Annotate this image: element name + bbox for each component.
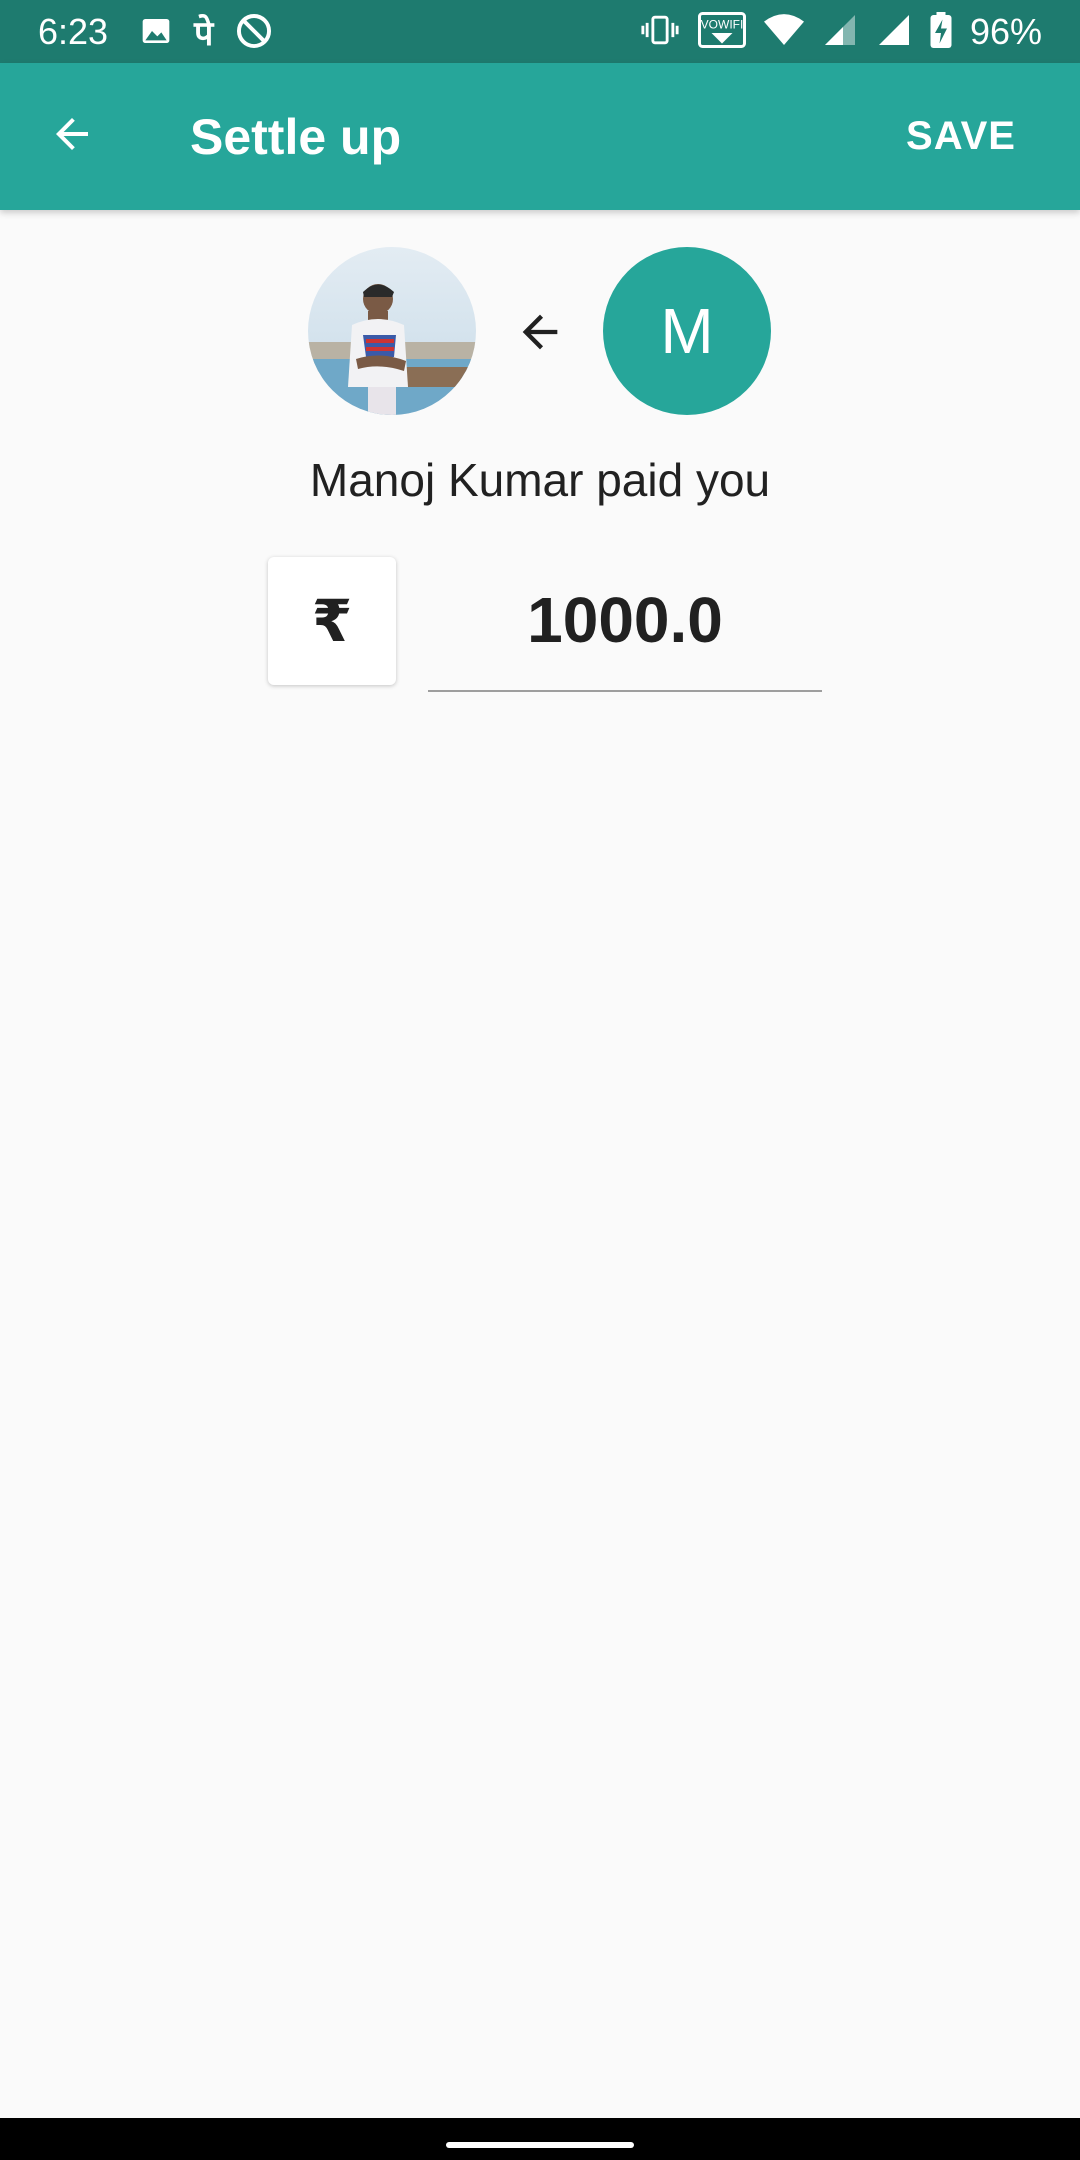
- amount-value: 1000.0: [527, 584, 723, 656]
- currency-button[interactable]: ₹: [268, 557, 396, 685]
- receiver-avatar: [308, 247, 476, 415]
- save-button[interactable]: SAVE: [906, 111, 1016, 161]
- wifi-icon: [763, 12, 804, 53]
- left-arrow-icon: [514, 306, 566, 358]
- home-gesture-handle[interactable]: [446, 2142, 634, 2148]
- back-button[interactable]: [44, 108, 100, 164]
- status-bar: 6:23 पे VOWIFI 96%: [0, 0, 1080, 63]
- payment-summary: Manoj Kumar paid you: [309, 454, 771, 506]
- app-bar: Settle up SAVE: [0, 63, 1080, 210]
- svg-text:VOWIFI: VOWIFI: [701, 17, 744, 31]
- phonepe-icon: पे: [194, 14, 214, 53]
- profile-photo-icon: [308, 247, 476, 415]
- status-time: 6:23: [38, 11, 109, 52]
- battery-percentage: 96%: [969, 11, 1042, 52]
- notification-icons: पे: [140, 12, 273, 55]
- payer-avatar: M: [603, 247, 771, 415]
- signal-full-icon: [876, 12, 912, 53]
- image-icon: [140, 15, 172, 52]
- no-disturb-icon: [235, 12, 273, 55]
- currency-symbol: ₹: [311, 589, 353, 654]
- vowifi-icon: VOWIFI: [697, 11, 746, 53]
- vibrate-icon: [640, 12, 680, 53]
- battery-charging-icon: [930, 11, 952, 53]
- page-title: Settle up: [190, 109, 402, 165]
- signal-icon: [822, 12, 858, 53]
- navigation-bar: [0, 2118, 1080, 2160]
- amount-input[interactable]: 1000.0: [428, 570, 822, 692]
- system-icons: VOWIFI 96%: [640, 10, 1042, 54]
- back-arrow-icon: [48, 110, 96, 163]
